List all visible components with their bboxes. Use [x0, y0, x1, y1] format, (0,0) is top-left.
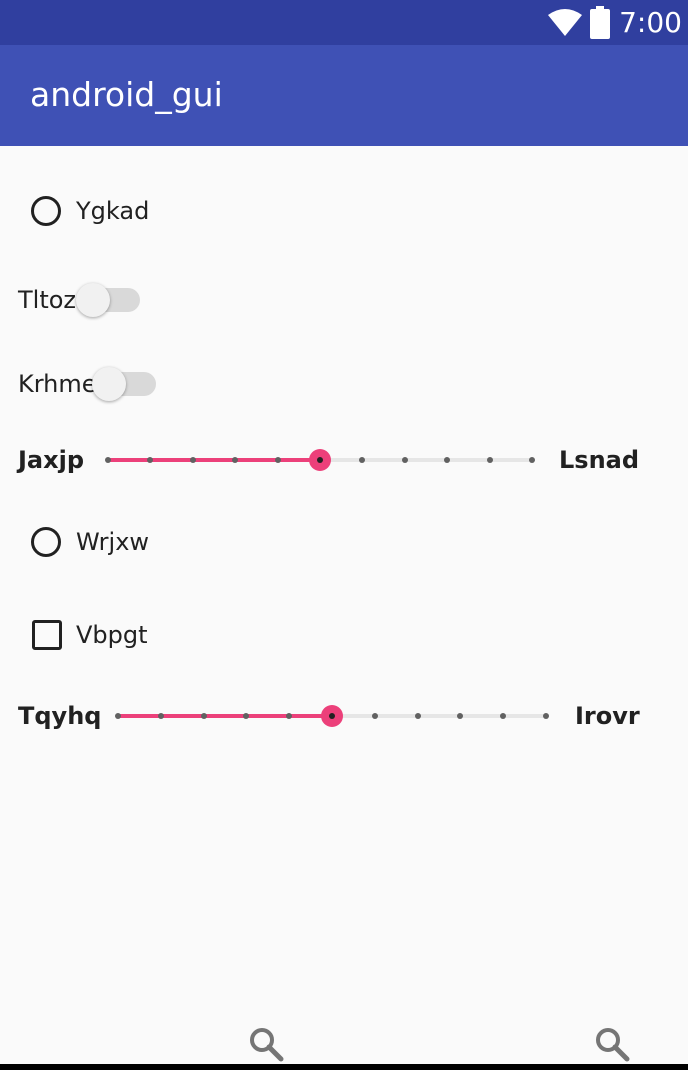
radio-button[interactable] [31, 527, 61, 557]
switch-label: Tltoz [18, 286, 77, 314]
seekbar-tick [401, 457, 408, 463]
seekbar-start-label: Jaxjp [18, 446, 85, 474]
navigation-bar-edge [0, 1064, 688, 1070]
seekbar-tick [529, 457, 535, 463]
seekbar-tick [243, 713, 250, 719]
radio-button[interactable] [31, 196, 61, 226]
app-bar: android_gui [0, 45, 688, 146]
seekbar-tick [115, 713, 121, 719]
seekbar-tick [444, 457, 451, 463]
checkbox-label: Vbpgt [76, 621, 148, 649]
seekbar-progress [108, 458, 320, 462]
seekbar-tick [286, 713, 293, 719]
radio-row-ygkad[interactable]: Ygkad [0, 190, 688, 232]
seekbar-progress [118, 714, 332, 718]
switch-thumb[interactable] [76, 283, 110, 317]
switch-row-tltoz[interactable]: Tltoz [0, 282, 688, 322]
radio-label: Wrjxw [76, 528, 150, 556]
wifi-icon [548, 9, 583, 36]
checkbox[interactable] [32, 620, 62, 650]
seekbar-tick [105, 457, 111, 463]
seekbar-tick [414, 713, 421, 719]
seekbar-tick [147, 457, 154, 463]
seekbar-tick [274, 457, 281, 463]
switch-thumb[interactable] [92, 367, 126, 401]
seekbar-tick [543, 713, 549, 719]
app-title: android_gui [30, 75, 223, 114]
checkbox-row-vbpgt[interactable]: Vbpgt [0, 614, 688, 656]
search-icon[interactable] [248, 1026, 284, 1062]
seekbar-tick [157, 713, 164, 719]
seekbar-row-1: Jaxjp Lsnad [0, 443, 688, 477]
search-icon[interactable] [594, 1026, 630, 1062]
seekbar-end-label: Lsnad [559, 446, 640, 474]
status-time: 7:00 [619, 6, 682, 39]
seekbar[interactable] [105, 443, 535, 477]
seekbar[interactable] [115, 699, 549, 733]
seekbar-tick [500, 713, 507, 719]
seekbar-thumb-dot [329, 713, 335, 719]
seekbar-tick [189, 457, 196, 463]
seekbar-tick [232, 457, 239, 463]
seekbar-tick [200, 713, 207, 719]
switch-label: Krhme [18, 370, 97, 398]
seekbar-thumb-dot [317, 457, 323, 463]
status-icons: 7:00 [547, 6, 682, 40]
seekbar-thumb[interactable] [321, 705, 343, 727]
seekbar-end-label: Irovr [575, 702, 640, 730]
seekbar-row-2: Tqyhq Irovr [0, 699, 688, 733]
seekbar-tick [359, 457, 366, 463]
seekbar-tick [486, 457, 493, 463]
switch-row-krhme[interactable]: Krhme [0, 366, 688, 406]
radio-row-wrjxw[interactable]: Wrjxw [0, 521, 688, 563]
seekbar-start-label: Tqyhq [18, 702, 102, 730]
seekbar-tick [457, 713, 464, 719]
radio-label: Ygkad [76, 197, 150, 225]
battery-icon [590, 6, 611, 39]
seekbar-tick [371, 713, 378, 719]
status-bar: 7:00 [0, 0, 688, 45]
seekbar-thumb[interactable] [309, 449, 331, 471]
